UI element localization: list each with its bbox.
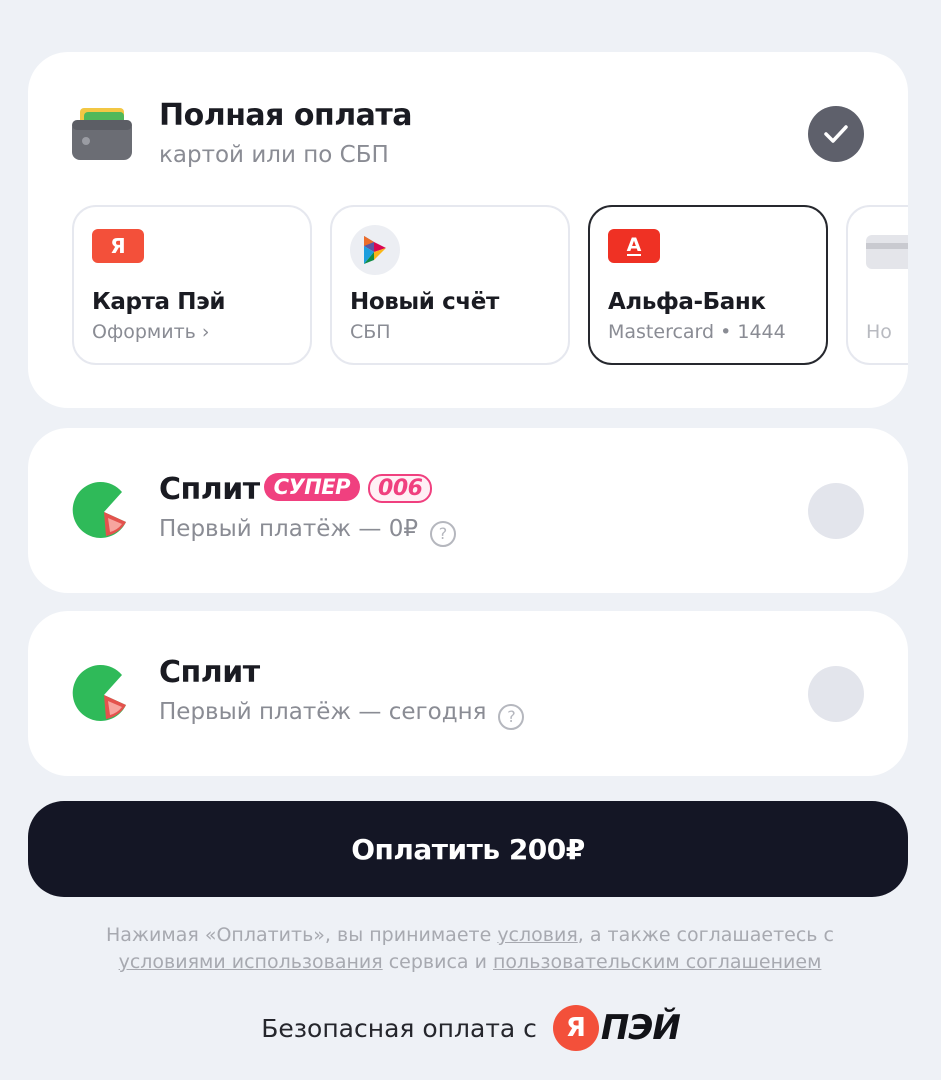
method-alfa-bank[interactable]: А Альфа-Банк Mastercard • 1444: [588, 205, 828, 365]
pay-button[interactable]: Оплатить 200₽: [28, 801, 908, 897]
full-payment-option[interactable]: Полная оплата картой или по СБП Я Карта …: [28, 52, 908, 408]
method-new-account-sbp[interactable]: Новый счёт СБП: [330, 205, 570, 365]
method-subtitle: Оформить ›: [92, 321, 210, 343]
method-title: Альфа-Банк: [608, 289, 766, 315]
method-title: Карта Пэй: [92, 289, 226, 315]
split-super-title: Сплит СУПЕР 006: [159, 472, 433, 507]
terms-text: Нажимая «Оплатить», вы принимаете услови…: [105, 924, 834, 973]
split-subtitle: Первый платёж — сегодня?: [159, 699, 525, 730]
pay-logo-text: ПЭЙ: [600, 1008, 681, 1048]
help-icon[interactable]: ?: [498, 704, 525, 730]
full-payment-radio-checked[interactable]: [808, 106, 864, 162]
secure-payment-text: Безопасная оплата с: [261, 1013, 537, 1043]
method-subtitle: Mastercard • 1444: [608, 321, 786, 343]
terms-link[interactable]: условия: [497, 924, 577, 946]
sbp-icon: [350, 225, 400, 275]
split-super-option[interactable]: Сплит СУПЕР 006 Первый платёж — 0₽?: [28, 428, 908, 593]
super-badge: СУПЕР: [263, 473, 361, 501]
split-option[interactable]: Сплит Первый платёж — сегодня?: [28, 611, 908, 776]
full-payment-subtitle: картой или по СБП: [159, 142, 389, 168]
yandex-pay-card-icon: Я: [92, 229, 144, 263]
alfa-bank-icon: А: [608, 229, 660, 263]
split-icon: [72, 664, 126, 721]
split-radio[interactable]: [808, 666, 864, 722]
method-title: Новый счёт: [350, 289, 499, 315]
split-super-radio[interactable]: [808, 483, 864, 539]
split-icon: [72, 481, 126, 538]
method-new-card-partial[interactable]: Но: [846, 205, 908, 365]
split-super-subtitle: Первый платёж — 0₽?: [159, 516, 457, 547]
promo-006-badge: 006: [368, 474, 433, 503]
yandex-logo-icon: Я: [552, 1005, 599, 1051]
full-payment-title: Полная оплата: [159, 98, 413, 133]
method-subtitle: Но: [866, 321, 892, 343]
checkmark-icon: [824, 125, 848, 143]
split-title: Сплит: [159, 655, 260, 690]
help-icon[interactable]: ?: [430, 521, 457, 547]
usage-terms-link[interactable]: условиями использования: [119, 951, 383, 973]
wallet-icon: [72, 108, 132, 160]
card-icon: [866, 235, 908, 269]
user-agreement-link[interactable]: пользовательским соглашением: [493, 951, 821, 973]
payment-methods-carousel[interactable]: Я Карта Пэй Оформить › Новый счёт СБП А …: [72, 205, 908, 365]
method-card-pay[interactable]: Я Карта Пэй Оформить ›: [72, 205, 312, 365]
secure-payment-footer: Безопасная оплата с Я ПЭЙ: [0, 1002, 941, 1054]
method-subtitle: СБП: [350, 321, 391, 343]
